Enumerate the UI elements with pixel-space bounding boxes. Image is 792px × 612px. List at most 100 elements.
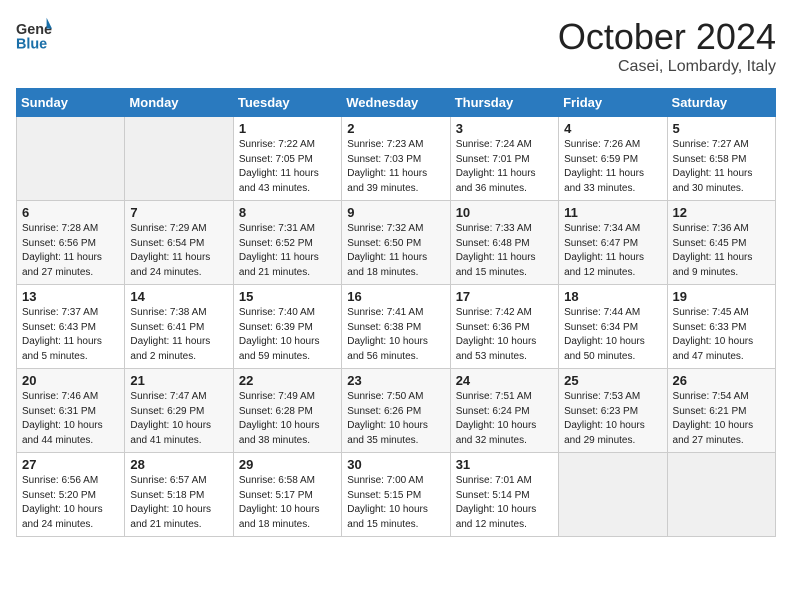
calendar-cell: 28 Sunrise: 6:57 AM Sunset: 5:18 PM Dayli… [125,453,233,537]
day-info: Sunrise: 7:33 AM Sunset: 6:48 PM Dayligh… [456,222,553,280]
day-info: Sunrise: 7:36 AM Sunset: 6:45 PM Dayligh… [673,222,770,280]
day-number: 4 [564,121,661,136]
calendar-cell: 11 Sunrise: 7:34 AM Sunset: 6:47 PM Dayli… [559,201,667,285]
logo-icon: General Blue [16,16,52,52]
day-info: Sunrise: 6:57 AM Sunset: 5:18 PM Dayligh… [130,474,227,532]
calendar-cell: 31 Sunrise: 7:01 AM Sunset: 5:14 PM Dayli… [450,453,558,537]
day-number: 9 [347,205,444,220]
day-info: Sunrise: 7:32 AM Sunset: 6:50 PM Dayligh… [347,222,444,280]
weekday-saturday: Saturday [667,89,775,117]
weekday-monday: Monday [125,89,233,117]
calendar-cell [17,117,125,201]
calendar-cell: 10 Sunrise: 7:33 AM Sunset: 6:48 PM Dayli… [450,201,558,285]
day-info: Sunrise: 7:01 AM Sunset: 5:14 PM Dayligh… [456,474,553,532]
day-number: 2 [347,121,444,136]
day-number: 5 [673,121,770,136]
calendar-cell: 2 Sunrise: 7:23 AM Sunset: 7:03 PM Daylig… [342,117,450,201]
day-number: 20 [22,373,119,388]
day-info: Sunrise: 7:34 AM Sunset: 6:47 PM Dayligh… [564,222,661,280]
calendar-cell: 12 Sunrise: 7:36 AM Sunset: 6:45 PM Dayli… [667,201,775,285]
day-number: 16 [347,289,444,304]
calendar-cell: 30 Sunrise: 7:00 AM Sunset: 5:15 PM Dayli… [342,453,450,537]
day-number: 10 [456,205,553,220]
calendar-cell: 7Sunrise: 7:29 AM Sunset: 6:54 PM Daylig… [125,201,233,285]
day-number: 24 [456,373,553,388]
day-info: Sunrise: 7:29 AM Sunset: 6:54 PM Dayligh… [130,222,227,280]
day-number: 29 [239,457,336,472]
day-info: Sunrise: 7:26 AM Sunset: 6:59 PM Dayligh… [564,138,661,196]
calendar-cell: 1 Sunrise: 7:22 AM Sunset: 7:05 PM Daylig… [233,117,341,201]
day-number: 6 [22,205,119,220]
calendar-cell: 27Sunrise: 6:56 AM Sunset: 5:20 PM Dayli… [17,453,125,537]
calendar-cell [667,453,775,537]
day-number: 28 [130,457,227,472]
calendar-cell: 18 Sunrise: 7:44 AM Sunset: 6:34 PM Dayli… [559,285,667,369]
day-info: Sunrise: 7:40 AM Sunset: 6:39 PM Dayligh… [239,306,336,364]
day-number: 30 [347,457,444,472]
day-info: Sunrise: 7:41 AM Sunset: 6:38 PM Dayligh… [347,306,444,364]
weekday-thursday: Thursday [450,89,558,117]
calendar-cell: 5 Sunrise: 7:27 AM Sunset: 6:58 PM Daylig… [667,117,775,201]
calendar-cell [125,117,233,201]
day-number: 18 [564,289,661,304]
calendar-week-4: 20 Sunrise: 7:46 AM Sunset: 6:31 PM Dayli… [17,369,776,453]
calendar-week-3: 13Sunrise: 7:37 AM Sunset: 6:43 PM Dayli… [17,285,776,369]
calendar-body: 1 Sunrise: 7:22 AM Sunset: 7:05 PM Daylig… [17,117,776,537]
weekday-tuesday: Tuesday [233,89,341,117]
day-info: Sunrise: 7:24 AM Sunset: 7:01 PM Dayligh… [456,138,553,196]
weekday-wednesday: Wednesday [342,89,450,117]
calendar-cell: 22Sunrise: 7:49 AM Sunset: 6:28 PM Dayli… [233,369,341,453]
day-info: Sunrise: 7:46 AM Sunset: 6:31 PM Dayligh… [22,390,119,448]
day-info: Sunrise: 6:56 AM Sunset: 5:20 PM Dayligh… [22,474,119,532]
svg-text:Blue: Blue [16,36,47,52]
calendar-week-2: 6Sunrise: 7:28 AM Sunset: 6:56 PM Daylig… [17,201,776,285]
day-info: Sunrise: 7:42 AM Sunset: 6:36 PM Dayligh… [456,306,553,364]
calendar-cell: 6Sunrise: 7:28 AM Sunset: 6:56 PM Daylig… [17,201,125,285]
calendar-cell: 16 Sunrise: 7:41 AM Sunset: 6:38 PM Dayli… [342,285,450,369]
calendar-cell: 19Sunrise: 7:45 AM Sunset: 6:33 PM Dayli… [667,285,775,369]
day-info: Sunrise: 7:23 AM Sunset: 7:03 PM Dayligh… [347,138,444,196]
calendar-week-5: 27Sunrise: 6:56 AM Sunset: 5:20 PM Dayli… [17,453,776,537]
calendar-week-1: 1 Sunrise: 7:22 AM Sunset: 7:05 PM Daylig… [17,117,776,201]
weekday-sunday: Sunday [17,89,125,117]
day-number: 1 [239,121,336,136]
day-info: Sunrise: 7:00 AM Sunset: 5:15 PM Dayligh… [347,474,444,532]
day-number: 25 [564,373,661,388]
logo: General Blue [16,16,52,52]
day-number: 31 [456,457,553,472]
calendar-cell [559,453,667,537]
day-info: Sunrise: 7:44 AM Sunset: 6:34 PM Dayligh… [564,306,661,364]
title-block: October 2024 Casei, Lombardy, Italy [558,16,776,76]
day-info: Sunrise: 7:22 AM Sunset: 7:05 PM Dayligh… [239,138,336,196]
day-info: Sunrise: 7:53 AM Sunset: 6:23 PM Dayligh… [564,390,661,448]
calendar-cell: 15Sunrise: 7:40 AM Sunset: 6:39 PM Dayli… [233,285,341,369]
day-number: 11 [564,205,661,220]
calendar-cell: 24 Sunrise: 7:51 AM Sunset: 6:24 PM Dayli… [450,369,558,453]
day-info: Sunrise: 7:45 AM Sunset: 6:33 PM Dayligh… [673,306,770,364]
calendar-cell: 21Sunrise: 7:47 AM Sunset: 6:29 PM Dayli… [125,369,233,453]
day-info: Sunrise: 7:38 AM Sunset: 6:41 PM Dayligh… [130,306,227,364]
day-info: Sunrise: 7:37 AM Sunset: 6:43 PM Dayligh… [22,306,119,364]
calendar-cell: 25 Sunrise: 7:53 AM Sunset: 6:23 PM Dayli… [559,369,667,453]
calendar-cell: 13Sunrise: 7:37 AM Sunset: 6:43 PM Dayli… [17,285,125,369]
day-info: Sunrise: 7:51 AM Sunset: 6:24 PM Dayligh… [456,390,553,448]
calendar-cell: 14 Sunrise: 7:38 AM Sunset: 6:41 PM Dayli… [125,285,233,369]
weekday-header-row: SundayMondayTuesdayWednesdayThursdayFrid… [17,89,776,117]
month-title: October 2024 [558,16,776,58]
day-number: 26 [673,373,770,388]
day-number: 17 [456,289,553,304]
day-info: Sunrise: 7:31 AM Sunset: 6:52 PM Dayligh… [239,222,336,280]
day-info: Sunrise: 7:50 AM Sunset: 6:26 PM Dayligh… [347,390,444,448]
page-header: General Blue October 2024 Casei, Lombard… [16,16,776,76]
day-number: 12 [673,205,770,220]
calendar-cell: 20 Sunrise: 7:46 AM Sunset: 6:31 PM Dayli… [17,369,125,453]
weekday-friday: Friday [559,89,667,117]
calendar-cell: 29 Sunrise: 6:58 AM Sunset: 5:17 PM Dayli… [233,453,341,537]
day-info: Sunrise: 6:58 AM Sunset: 5:17 PM Dayligh… [239,474,336,532]
day-number: 8 [239,205,336,220]
day-info: Sunrise: 7:47 AM Sunset: 6:29 PM Dayligh… [130,390,227,448]
location-title: Casei, Lombardy, Italy [558,58,776,76]
day-info: Sunrise: 7:27 AM Sunset: 6:58 PM Dayligh… [673,138,770,196]
calendar-cell: 9 Sunrise: 7:32 AM Sunset: 6:50 PM Daylig… [342,201,450,285]
day-number: 14 [130,289,227,304]
